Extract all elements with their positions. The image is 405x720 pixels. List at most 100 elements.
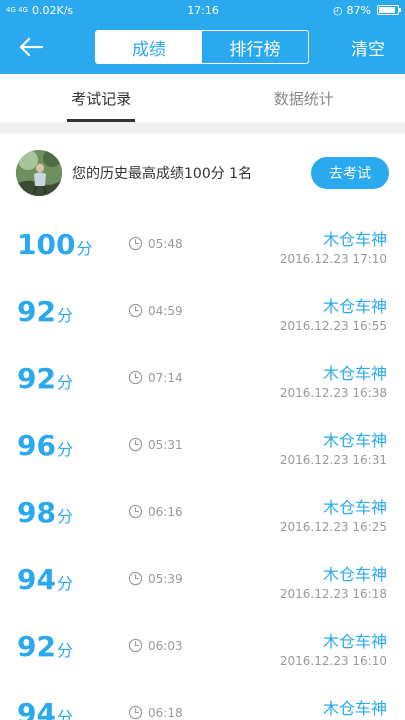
record-datetime: 2016.12.23 16:10 <box>279 654 387 668</box>
record-username: 木仓车神 <box>322 297 387 316</box>
duration: 06:16 <box>128 504 183 519</box>
score-unit: 分 <box>56 507 73 526</box>
score-unit: 分 <box>56 574 73 593</box>
clock-icon <box>128 437 143 452</box>
best-score-text: 您的历史最高成绩100分 1名 <box>72 166 253 182</box>
battery-icon <box>377 5 401 15</box>
duration: 05:31 <box>128 437 183 452</box>
clock-icon <box>128 638 143 653</box>
clock-icon <box>128 370 143 385</box>
score: 92 分 <box>17 295 73 328</box>
back-button[interactable] <box>14 33 48 61</box>
score-value: 94 <box>17 697 56 720</box>
clock-icon <box>128 504 143 519</box>
record-datetime: 2016.12.23 16:31 <box>279 453 387 467</box>
duration-value: 06:18 <box>148 705 183 720</box>
list-item[interactable]: 92 分 07:14 木仓车神 2016.12.23 16:38 <box>0 346 405 413</box>
record-datetime: 2016.12.23 16:38 <box>279 386 387 400</box>
list-item[interactable]: 96 分 05:31 木仓车神 2016.12.23 16:31 <box>0 413 405 480</box>
list-item[interactable]: 94 分 05:39 木仓车神 2016.12.23 16:18 <box>0 547 405 614</box>
score: 94 分 <box>17 563 73 596</box>
clear-button[interactable]: 清空 <box>351 35 385 60</box>
score: 94 分 <box>17 697 73 720</box>
list-item[interactable]: 100 分 05:48 木仓车神 2016.12.23 17:10 <box>0 212 405 279</box>
score: 98 分 <box>17 496 73 529</box>
segment-control: 成绩 排行榜 <box>95 30 309 64</box>
list-item[interactable]: 98 分 06:16 木仓车神 2016.12.23 16:25 <box>0 480 405 547</box>
record-username: 木仓车神 <box>322 364 387 383</box>
duration-value: 05:39 <box>148 571 183 586</box>
avatar-image <box>16 150 62 196</box>
score-value: 92 <box>17 362 56 395</box>
nav-bar: 成绩 排行榜 清空 <box>0 20 405 74</box>
tab-exam-records[interactable]: 考试记录 <box>0 74 203 122</box>
alarm-icon: ◴ <box>332 3 343 17</box>
score-value: 92 <box>17 295 56 328</box>
tab-scores[interactable]: 成绩 <box>96 31 202 63</box>
record-username: 木仓车神 <box>322 431 387 450</box>
score: 92 分 <box>17 362 73 395</box>
list-item[interactable]: 92 分 04:59 木仓车神 2016.12.23 16:55 <box>0 279 405 346</box>
tab-data-statistics[interactable]: 数据统计 <box>203 74 405 122</box>
record-username: 木仓车神 <box>322 632 387 651</box>
app-root: 4G 4G 0.02K/s 17:16 ◴ 87% 成绩 排行榜 清空 考试记录… <box>0 0 405 720</box>
score: 92 分 <box>17 630 73 663</box>
duration-value: 07:14 <box>148 370 183 385</box>
network-speed: 0.02K/s <box>31 3 74 17</box>
tab-ranking[interactable]: 排行榜 <box>202 31 308 63</box>
signal-indicator: 4G 4G <box>6 5 28 14</box>
record-datetime: 2016.12.23 17:10 <box>279 252 387 266</box>
score-value: 94 <box>17 563 56 596</box>
record-username: 木仓车神 <box>322 565 387 584</box>
duration-value: 06:03 <box>148 638 183 653</box>
record-username: 木仓车神 <box>322 230 387 249</box>
status-time: 17:16 <box>187 3 219 17</box>
duration-value: 06:16 <box>148 504 183 519</box>
record-datetime: 2016.12.23 16:25 <box>279 520 387 534</box>
sub-tabs: 考试记录 数据统计 <box>0 74 405 122</box>
arrow-left-icon <box>19 37 44 57</box>
duration: 05:39 <box>128 571 183 586</box>
status-left: 4G 4G 0.02K/s <box>6 4 73 17</box>
record-username: 木仓车神 <box>322 498 387 517</box>
clock-icon <box>128 705 143 720</box>
duration-value: 05:48 <box>148 236 183 251</box>
score-value: 92 <box>17 630 56 663</box>
go-exam-button[interactable]: 去考试 <box>311 157 389 189</box>
record-username: 木仓车神 <box>322 699 387 718</box>
active-tab-indicator <box>67 119 136 122</box>
list-item[interactable]: 92 分 06:03 木仓车神 2016.12.23 16:10 <box>0 614 405 681</box>
score-value: 100 <box>17 228 76 261</box>
duration: 05:48 <box>128 236 183 251</box>
battery-level <box>379 7 395 13</box>
score: 100 分 <box>17 228 92 261</box>
clock-icon <box>128 236 143 251</box>
score-value: 98 <box>17 496 56 529</box>
score: 96 分 <box>17 429 73 462</box>
status-right: ◴ 87% <box>332 3 401 17</box>
clock-icon <box>128 303 143 318</box>
avatar <box>16 150 62 196</box>
score-unit: 分 <box>56 440 73 459</box>
best-score-row: 您的历史最高成绩100分 1名 去考试 <box>0 134 405 212</box>
tab-data-statistics-label: 数据统计 <box>273 89 334 108</box>
clock-icon <box>128 571 143 586</box>
score-unit: 分 <box>56 306 73 325</box>
status-bar: 4G 4G 0.02K/s 17:16 ◴ 87% <box>0 0 405 20</box>
record-datetime: 2016.12.23 16:18 <box>279 587 387 601</box>
score-unit: 分 <box>56 708 73 720</box>
duration: 04:59 <box>128 303 183 318</box>
score-unit: 分 <box>56 641 73 660</box>
tab-exam-records-label: 考试记录 <box>71 89 132 108</box>
score-unit: 分 <box>56 373 73 392</box>
section-divider <box>0 122 405 134</box>
duration: 06:18 <box>128 705 183 720</box>
duration-value: 04:59 <box>148 303 183 318</box>
records-list: 100 分 05:48 木仓车神 2016.12.23 17:10 92 分 04:59 木仓车… <box>0 212 405 720</box>
list-item[interactable]: 94 分 06:18 木仓车神 <box>0 681 405 720</box>
record-datetime: 2016.12.23 16:55 <box>279 319 387 333</box>
duration: 06:03 <box>128 638 183 653</box>
duration-value: 05:31 <box>148 437 183 452</box>
duration: 07:14 <box>128 370 183 385</box>
score-unit: 分 <box>76 239 93 258</box>
